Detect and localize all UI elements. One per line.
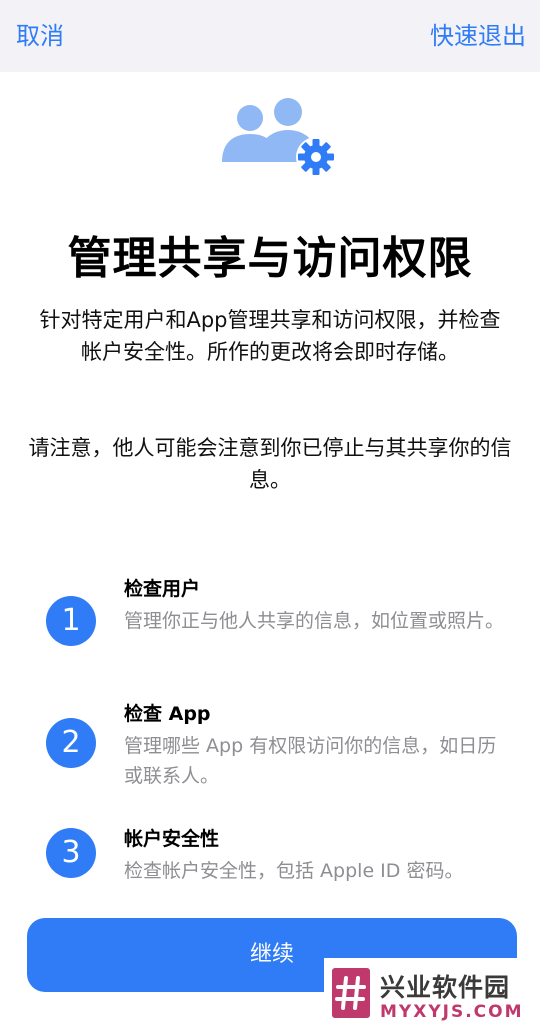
page-title: 管理共享与访问权限 (67, 233, 473, 284)
step-title: 检查 App (124, 703, 211, 725)
step-number-badge: 3 (46, 828, 96, 878)
step-item-check-users: 1 检查用户 管理你正与他人共享的信息，如位置或照片。 (0, 574, 540, 674)
people-gear-icon (218, 96, 342, 180)
watermark: 兴业软件园 MYXYJS.COM (324, 958, 540, 1032)
watermark-name-cn: 兴业软件园 (380, 973, 511, 1002)
step-item-account-security: 3 帐户安全性 检查帐户安全性，包括 Apple ID 密码。 (0, 824, 540, 924)
cancel-button[interactable]: 取消 (16, 16, 64, 51)
navigation-bar: 取消 快速退出 (0, 0, 540, 72)
step-item-check-apps: 2 检查 App 管理哪些 App 有权限访问你的信息，如日历或联系人。 (0, 699, 540, 799)
watermark-name-en: MYXYJS.COM (380, 1002, 524, 1022)
step-description: 管理你正与他人共享的信息，如位置或照片。 (124, 610, 505, 632)
step-number-badge: 1 (46, 596, 96, 646)
step-title: 帐户安全性 (124, 828, 220, 850)
step-number-badge: 2 (46, 718, 96, 768)
step-description: 管理哪些 App 有权限访问你的信息，如日历或联系人。 (124, 735, 497, 787)
step-title: 检查用户 (124, 578, 201, 600)
hash-logo-icon (332, 968, 370, 1018)
note-text: 请注意，他人可能会注意到你已停止与其共享你的信息。 (28, 436, 512, 492)
step-description: 检查帐户安全性，包括 Apple ID 密码。 (124, 860, 464, 882)
description-text: 针对特定用户和App管理共享和访问权限，并检查帐户安全性。所作的更改将会即时存储… (39, 308, 501, 364)
quick-exit-button[interactable]: 快速退出 (430, 16, 526, 51)
